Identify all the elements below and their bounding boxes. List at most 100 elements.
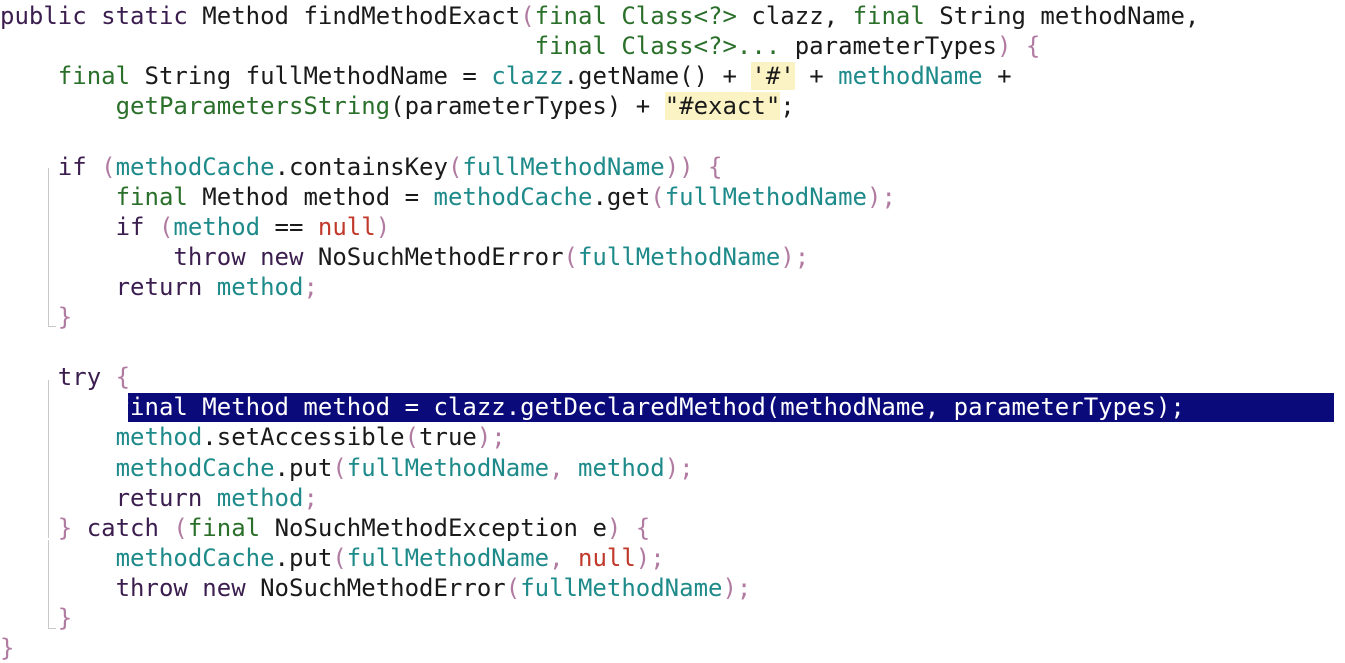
code-token: = (462, 62, 492, 91)
code-token: } (0, 634, 15, 663)
code-line-19[interactable]: methodCache.put(fullMethodName, null); (0, 543, 665, 573)
code-line-2[interactable]: final Class<?>... parameterTypes) { (0, 31, 1041, 61)
code-token: ( (563, 242, 578, 271)
code-token: , (549, 543, 578, 572)
code-line-7[interactable]: final Method method = methodCache.get(fu… (0, 182, 896, 212)
code-token: method (173, 212, 261, 241)
code-token: , (549, 453, 578, 482)
code-token: fullMethodName (577, 242, 781, 271)
code-token: final (0, 32, 622, 61)
code-token: .put (274, 453, 333, 482)
code-token: ( (447, 152, 463, 181)
code-token: public static (0, 2, 203, 30)
code-token: NoSuchMethodError (317, 242, 564, 271)
code-token: if (0, 212, 159, 241)
code-token: methodCache (433, 182, 593, 211)
code-token: .getName (563, 62, 680, 91)
code-line-16[interactable]: methodCache.put(fullMethodName, method); (0, 453, 694, 483)
code-token: ( (332, 453, 347, 482)
code-line-22[interactable]: } (0, 633, 14, 663)
code-token: ); (780, 242, 810, 271)
code-token: true (419, 423, 477, 452)
code-token: method (216, 483, 304, 512)
code-line-11[interactable]: } (0, 302, 72, 332)
code-token: fullMethodName (245, 62, 463, 91)
code-token: final (534, 2, 622, 30)
code-token: fullMethodName (346, 543, 550, 572)
code-token: method (578, 453, 665, 482)
code-token: ); (722, 573, 752, 602)
code-line-21[interactable]: } (0, 603, 72, 633)
code-token: null (317, 212, 376, 241)
code-token: ( (332, 543, 347, 572)
code-token: methodName (838, 62, 983, 91)
code-line-9[interactable]: throw new NoSuchMethodError(fullMethodNa… (0, 242, 809, 272)
code-token: method (216, 272, 304, 301)
code-token: methodCache (0, 453, 275, 482)
code-line-10[interactable]: return method; (0, 272, 318, 302)
code-token: methodCache (0, 543, 275, 572)
code-token: method (0, 423, 203, 452)
code-token: NoSuchMethodException (274, 513, 593, 542)
code-token: fullMethodName (520, 573, 723, 602)
code-token: String (144, 62, 246, 91)
code-token: parameterTypes (794, 32, 998, 61)
code-token: ) { (997, 32, 1041, 61)
code-token: fullMethodName (462, 152, 665, 181)
code-line-18[interactable]: } catch (final NoSuchMethodException e) … (0, 513, 650, 543)
code-token: ); (476, 423, 506, 452)
code-token: Method (202, 182, 304, 211)
code-token: } (0, 513, 87, 542)
code-line-1[interactable]: public static Method findMethodExact(fin… (0, 1, 1199, 31)
code-token: final (852, 2, 940, 30)
code-token: .put (274, 543, 333, 572)
code-token: .setAccessible (202, 423, 405, 452)
code-token: null (578, 543, 636, 572)
code-line-8[interactable]: if (method == null) (0, 212, 391, 242)
code-token: ; (303, 483, 318, 512)
code-token: methodName, (1040, 2, 1200, 30)
code-token: .containsKey (274, 152, 448, 181)
code-line-4[interactable]: getParametersString(parameterTypes) + "#… (0, 91, 795, 121)
code-line-3[interactable]: final String fullMethodName = clazz.getN… (0, 61, 1012, 91)
code-token: ( (404, 423, 420, 452)
code-line-14[interactable]: final Method method = clazz.getDeclaredM… (0, 392, 1185, 422)
code-token: throw new (0, 242, 318, 271)
code-line-17[interactable]: return method; (0, 483, 318, 513)
code-editor[interactable]: public static Method findMethodExact(fin… (0, 0, 1345, 662)
code-token: e (592, 513, 607, 542)
code-token: method (303, 182, 405, 211)
code-token: return (0, 272, 217, 301)
code-token: ; (780, 92, 795, 121)
code-line-13[interactable]: try { (0, 362, 130, 392)
code-token: final (0, 62, 145, 91)
code-token: return (0, 483, 217, 512)
code-token: { (115, 363, 131, 392)
code-token: () + (679, 62, 752, 91)
code-token: (parameterTypes) + (390, 92, 665, 121)
code-token: methodCache (115, 152, 275, 181)
code-line-15[interactable]: method.setAccessible(true); (0, 422, 506, 452)
code-token: if (0, 152, 102, 181)
code-token: ); (664, 453, 694, 482)
code-token: ) { (606, 513, 651, 542)
code-token: } (0, 303, 73, 331)
code-line-20[interactable]: throw new NoSuchMethodError(fullMethodNa… (0, 573, 752, 603)
code-token: } (0, 604, 73, 632)
code-token: .get (592, 182, 651, 211)
code-token: NoSuchMethodError (260, 573, 506, 602)
code-token: clazz (491, 62, 564, 91)
code-token: + (982, 62, 1012, 91)
code-token: ( (520, 2, 535, 30)
code-token: catch (86, 513, 174, 542)
code-token: final (187, 513, 275, 542)
code-token: fullMethodName (346, 453, 550, 482)
code-token: throw new (0, 573, 261, 602)
code-token: ( (101, 152, 116, 181)
code-token: "#exact" (664, 92, 781, 121)
code-token: == (260, 212, 318, 241)
code-token: Method (202, 2, 304, 30)
code-token: ; (303, 272, 318, 301)
code-token: String (939, 2, 1041, 30)
code-line-6[interactable]: if (methodCache.containsKey(fullMethodNa… (0, 152, 723, 182)
